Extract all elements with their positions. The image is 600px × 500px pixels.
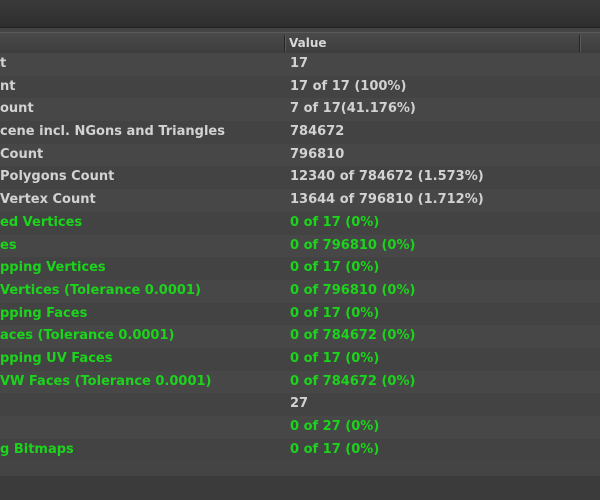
row-name-cell: pping Faces	[0, 305, 88, 321]
row-name-cell: es	[0, 237, 17, 253]
row-value-cell: 0 of 796810 (0%)	[290, 237, 416, 253]
row-name-cell: pping UV Faces	[0, 350, 113, 366]
row-value-cell: 7 of 17(41.176%)	[290, 101, 416, 117]
row-value-cell: 0 of 796810 (0%)	[290, 282, 416, 298]
row-value-cell: 796810	[290, 146, 345, 162]
row-name-cell: Vertex Count	[0, 192, 96, 208]
table-body: t 17 nt 17 of 17 (100%) ount 7 of 17(41.…	[0, 53, 600, 462]
statistics-window: Value t 17 nt 17 of 17 (100%) ount 7 of …	[0, 0, 600, 500]
row-name-cell: ed Vertices	[0, 214, 83, 230]
table-row[interactable]: es 0 of 796810 (0%)	[0, 234, 600, 258]
row-value-cell: 0 of 784672 (0%)	[290, 373, 416, 389]
row-name-cell: nt	[0, 78, 16, 94]
table-row[interactable]: t 17	[0, 53, 600, 76]
row-value-cell: 17	[290, 56, 309, 71]
row-value-cell: 0 of 17 (0%)	[290, 305, 380, 321]
table-row[interactable]: pping UV Faces 0 of 17 (0%)	[0, 347, 600, 371]
table-row[interactable]: ount 7 of 17(41.176%)	[0, 98, 600, 122]
table-row[interactable]: 27	[0, 393, 600, 416]
row-value-cell: 784672	[290, 124, 345, 140]
table-row[interactable]: ed Vertices 0 of 17 (0%)	[0, 211, 600, 235]
table-row[interactable]: aces (Tolerance 0.0001) 0 of 784672 (0%)	[0, 325, 600, 348]
row-name-cell	[0, 416, 282, 439]
row-value-cell: 12340 of 784672 (1.573%)	[290, 169, 484, 185]
row-name-cell: Polygons Count	[0, 169, 115, 185]
table-header: Value	[0, 32, 600, 55]
row-name-cell: Count	[0, 146, 44, 162]
row-name-cell: aces (Tolerance 0.0001)	[0, 328, 175, 344]
table-row[interactable]: cene incl. NGons and Triangles 784672	[0, 121, 600, 144]
table-row[interactable]: Polygons Count 12340 of 784672 (1.573%)	[0, 166, 600, 190]
row-name-cell	[0, 393, 282, 416]
row-name-cell: t	[0, 56, 7, 71]
table-empty-area	[0, 476, 600, 500]
table-row[interactable]: Vertices (Tolerance 0.0001) 0 of 796810 …	[0, 279, 600, 303]
row-name-cell: pping Vertices	[0, 260, 106, 276]
row-name-cell: Vertices (Tolerance 0.0001)	[0, 282, 201, 298]
table-row[interactable]: pping Faces 0 of 17 (0%)	[0, 302, 600, 326]
table-row[interactable]: 0 of 27 (0%)	[0, 416, 600, 439]
window-titlebar[interactable]	[0, 0, 600, 28]
row-value-cell: 0 of 17 (0%)	[290, 260, 380, 276]
row-value-cell: 17 of 17 (100%)	[290, 78, 407, 94]
statistics-table: Value t 17 nt 17 of 17 (100%) ount 7 of …	[0, 28, 600, 500]
row-name-cell: VW Faces (Tolerance 0.0001)	[0, 373, 212, 389]
row-name-cell: ount	[0, 101, 34, 117]
row-value-cell: 0 of 17 (0%)	[290, 214, 380, 230]
row-value-cell: 0 of 27 (0%)	[290, 419, 380, 434]
table-row[interactable]: Vertex Count 13644 of 796810 (1.712%)	[0, 189, 600, 212]
row-value-cell: 27	[290, 396, 309, 412]
table-row[interactable]: Count 796810	[0, 143, 600, 167]
table-row[interactable]: nt 17 of 17 (100%)	[0, 75, 600, 99]
row-value-cell: 0 of 17 (0%)	[290, 350, 380, 366]
row-name-cell: cene incl. NGons and Triangles	[0, 124, 225, 140]
table-row[interactable]: pping Vertices 0 of 17 (0%)	[0, 257, 600, 280]
column-header-name[interactable]	[0, 33, 284, 54]
row-value-cell: 13644 of 796810 (1.712%)	[290, 192, 484, 208]
column-header-value[interactable]: Value	[289, 33, 579, 54]
table-row[interactable]: VW Faces (Tolerance 0.0001) 0 of 784672 …	[0, 370, 600, 394]
table-row[interactable]: g Bitmaps 0 of 17 (0%)	[0, 438, 600, 462]
column-separator[interactable]	[284, 35, 285, 52]
column-separator[interactable]	[579, 35, 580, 52]
row-value-cell: 0 of 784672 (0%)	[290, 328, 416, 344]
row-name-cell: g Bitmaps	[0, 441, 74, 457]
row-value-cell: 0 of 17 (0%)	[290, 441, 380, 457]
